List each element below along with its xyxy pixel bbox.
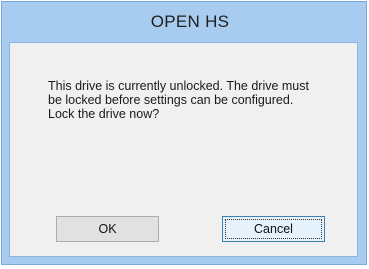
dialog-frame: OPEN HS This drive is currently unlocked… xyxy=(1,1,367,265)
cancel-button-label: Cancel xyxy=(254,222,293,236)
dialog-title: OPEN HS xyxy=(150,12,230,31)
ok-button[interactable]: OK xyxy=(56,216,159,242)
dialog-message: This drive is currently unlocked. The dr… xyxy=(48,79,309,121)
cancel-button[interactable]: Cancel xyxy=(222,216,325,242)
ok-button-label: OK xyxy=(98,222,117,236)
dialog-body: This drive is currently unlocked. The dr… xyxy=(9,42,358,257)
title-bar[interactable]: OPEN HS xyxy=(2,2,366,42)
dialog-window: OPEN HS This drive is currently unlocked… xyxy=(0,0,369,269)
